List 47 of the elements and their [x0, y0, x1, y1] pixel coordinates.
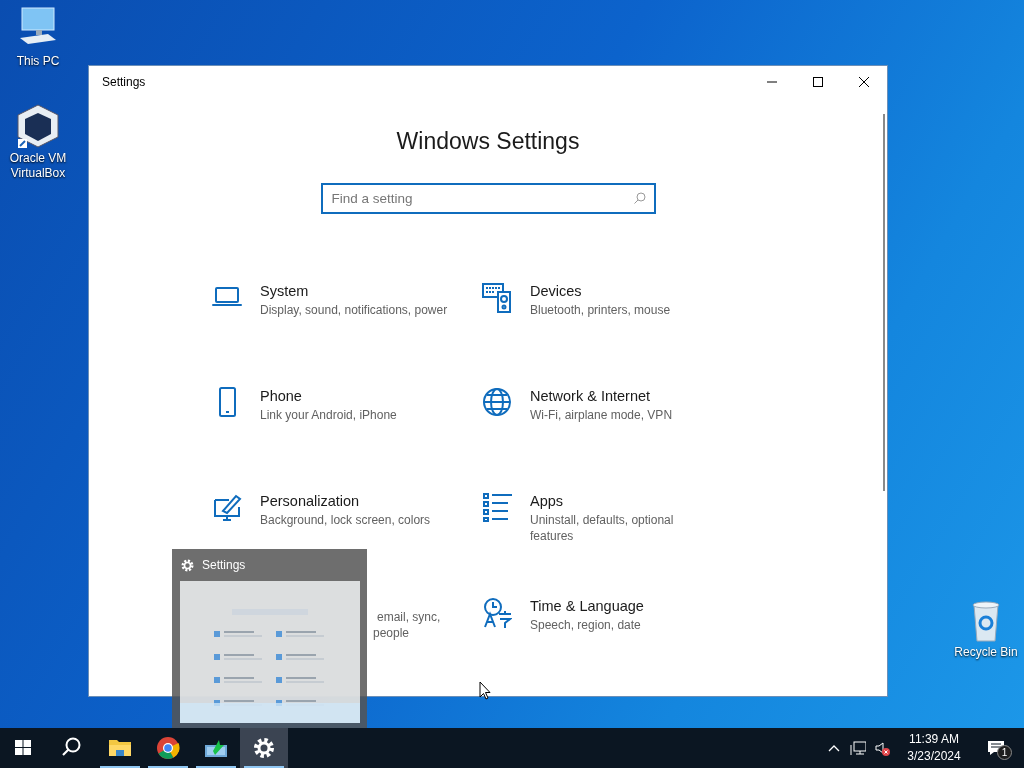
- gear-icon: [181, 558, 194, 572]
- category-description: Uninstall, defaults, optional features: [530, 511, 675, 544]
- desktop-icon-label[interactable]: This PC: [3, 54, 73, 69]
- category-title[interactable]: System: [260, 281, 450, 301]
- clock[interactable]: 11:39 AM 3/23/2024: [894, 728, 974, 768]
- clock-date: 3/23/2024: [907, 748, 961, 765]
- category-title[interactable]: Apps: [530, 491, 720, 511]
- devices-icon: [482, 281, 512, 313]
- category-title[interactable]: Personalization: [260, 491, 450, 511]
- virtualbox-icon: [14, 103, 62, 149]
- desktop-icon-label[interactable]: Oracle VM VirtualBox: [3, 151, 73, 181]
- time-icon: [482, 596, 512, 628]
- category-description: Display, sound, notifications, power: [260, 301, 449, 318]
- category-title[interactable]: Time & Language: [530, 596, 720, 616]
- globe-icon: [482, 386, 512, 418]
- page-heading: Windows Settings: [396, 127, 580, 156]
- scrollbar[interactable]: [883, 114, 885, 491]
- category-description: people: [373, 624, 411, 641]
- maximize-icon: [813, 77, 823, 87]
- search-field[interactable]: Find a setting: [320, 182, 656, 214]
- notification-count: 1: [997, 745, 1012, 760]
- category-description: Link your Android, iPhone: [260, 406, 398, 423]
- category-description: Background, lock screen, colors: [260, 511, 432, 528]
- notification-button[interactable]: 1: [974, 728, 1018, 768]
- window-title: Settings: [102, 74, 146, 91]
- window-thumbnail[interactable]: Settings: [172, 549, 367, 728]
- category-description: Bluetooth, printers, mouse: [530, 301, 672, 318]
- taskbar-button[interactable]: [240, 728, 288, 768]
- category-description: Wi-Fi, airplane mode, VPN: [530, 406, 674, 423]
- category-title[interactable]: Phone: [260, 386, 450, 406]
- category-title[interactable]: Devices: [530, 281, 720, 301]
- category-description: email, sync,: [377, 608, 442, 625]
- running-indicator: [148, 766, 188, 768]
- clock-time: 11:39 AM: [909, 731, 959, 748]
- chrome-icon: [156, 736, 180, 760]
- search-icon: [633, 191, 646, 204]
- gear-icon: [252, 736, 276, 760]
- close-icon: [859, 77, 869, 87]
- network-icon: [850, 740, 866, 756]
- running-indicator: [244, 766, 284, 768]
- chevron-up-icon: [828, 743, 840, 753]
- running-indicator: [196, 766, 236, 768]
- category-title[interactable]: Network & Internet: [530, 386, 720, 406]
- category-description: Speech, region, date: [530, 616, 642, 633]
- running-indicator: [100, 766, 140, 768]
- apps-icon: [482, 491, 512, 523]
- thumbnail-title: Settings: [202, 557, 246, 574]
